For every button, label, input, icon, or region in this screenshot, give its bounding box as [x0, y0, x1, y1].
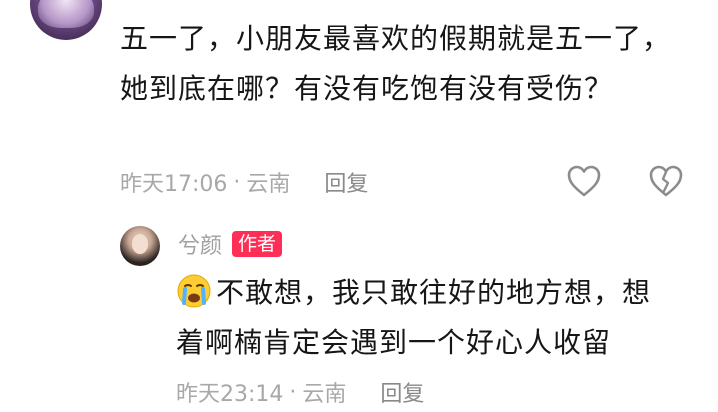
reply-time: 昨天23:14	[176, 382, 284, 407]
reply-button[interactable]: 回复	[324, 166, 368, 198]
author-badge: 作者	[232, 231, 283, 257]
reply-author: 兮颜 作者	[178, 228, 283, 260]
commenter-avatar[interactable]	[30, 0, 102, 40]
reply-button[interactable]: 回复	[380, 376, 424, 408]
reply-author-avatar[interactable]	[120, 226, 160, 266]
comment-location: 云南	[246, 172, 291, 197]
heart-outline-icon[interactable]	[566, 164, 602, 198]
reply-text: 不敢想，我只敢往好的地方想，想着啊楠肯定会遇到一个好心人收留	[176, 268, 676, 368]
broken-heart-icon[interactable]	[648, 164, 684, 198]
comment-time: 昨天17:06	[120, 172, 228, 197]
meta-separator: ·	[289, 379, 297, 405]
reply-meta: 昨天23:14 · 云南 回复	[176, 372, 424, 412]
crying-face-icon	[177, 274, 211, 308]
reply-author-name[interactable]: 兮颜	[178, 228, 222, 260]
reply-text-content: 不敢想，我只敢往好的地方想，想着啊楠肯定会遇到一个好心人收留	[176, 276, 652, 359]
meta-separator: ·	[233, 169, 241, 195]
comment-text: 五一了，小朋友最喜欢的假期就是五一了，她到底在哪？有没有吃饱有没有受伤？	[120, 22, 672, 105]
comment-meta: 昨天17:06 · 云南 回复	[120, 162, 368, 202]
reply-location: 云南	[302, 382, 347, 407]
